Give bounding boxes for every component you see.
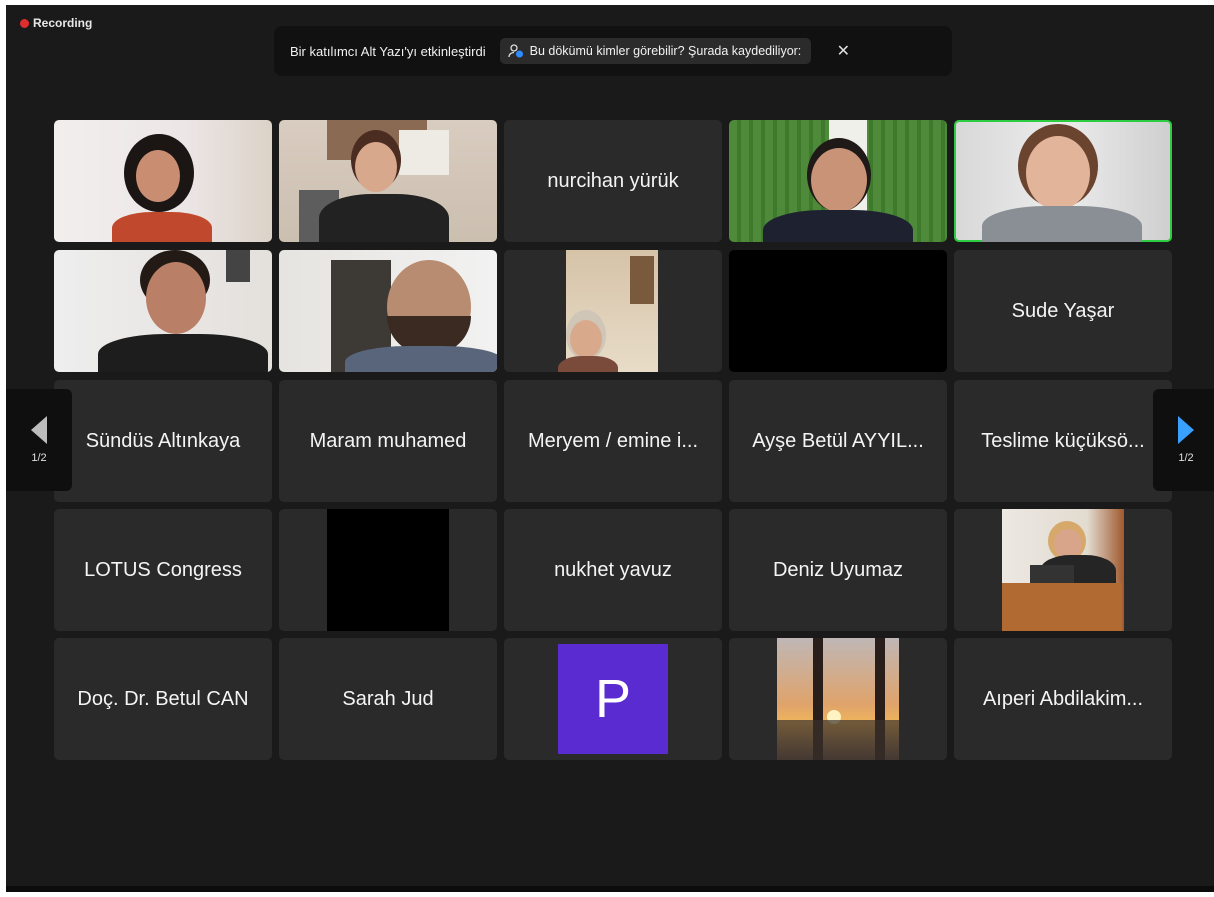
recording-indicator[interactable]: Recording <box>20 16 92 30</box>
person-info-icon <box>507 44 523 58</box>
previous-page-button[interactable]: 1/2 <box>6 389 72 491</box>
participant-tile[interactable]: nukhet yavuz <box>504 509 722 631</box>
participant-tile[interactable]: Teslime küçüksö... <box>954 380 1172 502</box>
participant-tile[interactable] <box>279 120 497 242</box>
participant-name: Maram muhamed <box>309 429 467 452</box>
participant-name: Sündüs Altınkaya <box>85 429 241 452</box>
recording-label: Recording <box>33 16 93 30</box>
participant-tile[interactable] <box>729 250 947 372</box>
participant-video <box>279 250 497 372</box>
participant-tile[interactable]: nurcihan yürük <box>504 120 722 242</box>
participant-tile[interactable]: Maram muhamed <box>279 380 497 502</box>
participant-tile[interactable]: Ayşe Betül AYYIL... <box>729 380 947 502</box>
participant-tile[interactable]: Sarah Jud <box>279 638 497 760</box>
chevron-right-icon <box>1178 416 1194 444</box>
page-indicator-right: 1/2 <box>1178 452 1194 464</box>
participant-tile[interactable]: Sündüs Altınkaya <box>54 380 272 502</box>
participant-tile[interactable]: LOTUS Congress <box>54 509 272 631</box>
transcript-visibility-button[interactable]: Bu dökümü kimler görebilir? Şurada kayde… <box>499 38 812 64</box>
captions-notice-text: Bir katılımcı Alt Yazı'yı etkinleştirdi <box>290 43 486 59</box>
participant-tile[interactable]: Sude Yaşar <box>954 250 1172 372</box>
participant-tile[interactable] <box>729 638 947 760</box>
page-indicator-left: 1/2 <box>31 452 47 464</box>
participant-tile[interactable] <box>504 250 722 372</box>
bottom-toolbar-edge <box>6 886 1214 892</box>
participant-tile[interactable]: P <box>504 638 722 760</box>
record-dot-icon <box>20 18 29 28</box>
participant-video <box>729 120 947 242</box>
participant-tile[interactable] <box>729 120 947 242</box>
participant-tile[interactable]: Meryem / emine i... <box>504 380 722 502</box>
close-icon[interactable]: ✕ <box>833 41 853 61</box>
participant-name: nurcihan yürük <box>547 169 679 192</box>
chevron-left-icon <box>31 416 47 444</box>
participant-name: Sarah Jud <box>342 687 434 710</box>
participant-name: LOTUS Congress <box>84 558 242 581</box>
participant-name: Ayşe Betül AYYIL... <box>752 429 924 452</box>
participant-tile[interactable] <box>279 250 497 372</box>
participant-video <box>327 509 449 631</box>
participant-name: Aıperi Abdilakim... <box>982 687 1144 710</box>
participant-video <box>777 638 899 760</box>
participant-name: Teslime küçüksö... <box>981 429 1145 452</box>
transcript-visibility-label: Bu dökümü kimler görebilir? Şurada kayde… <box>529 44 802 58</box>
participant-video <box>1002 509 1124 631</box>
participant-tile[interactable] <box>954 509 1172 631</box>
participant-name: Doç. Dr. Betul CAN <box>77 687 249 710</box>
participant-video <box>54 250 272 372</box>
next-page-button[interactable]: 1/2 <box>1153 389 1214 491</box>
participant-video <box>54 120 272 242</box>
participant-tile[interactable] <box>54 120 272 242</box>
participant-tile-active-speaker[interactable] <box>954 120 1172 242</box>
participant-tile[interactable]: Aıperi Abdilakim... <box>954 638 1172 760</box>
participant-video <box>279 120 497 242</box>
participant-tile[interactable]: Deniz Uyumaz <box>729 509 947 631</box>
participant-name: Deniz Uyumaz <box>772 558 904 581</box>
captions-notice-banner: Bir katılımcı Alt Yazı'yı etkinleştirdi … <box>274 26 952 76</box>
participant-video <box>954 120 1172 242</box>
meeting-window: Recording Bir katılımcı Alt Yazı'yı etki… <box>6 5 1214 892</box>
participant-tile[interactable] <box>279 509 497 631</box>
participant-tile[interactable]: Doç. Dr. Betul CAN <box>54 638 272 760</box>
participant-name: Sude Yaşar <box>1011 299 1115 322</box>
participant-name: nukhet yavuz <box>554 558 672 581</box>
participant-avatar: P <box>558 644 668 754</box>
participant-tile[interactable] <box>54 250 272 372</box>
participant-video <box>558 250 658 372</box>
participant-name: Meryem / emine i... <box>527 429 699 452</box>
